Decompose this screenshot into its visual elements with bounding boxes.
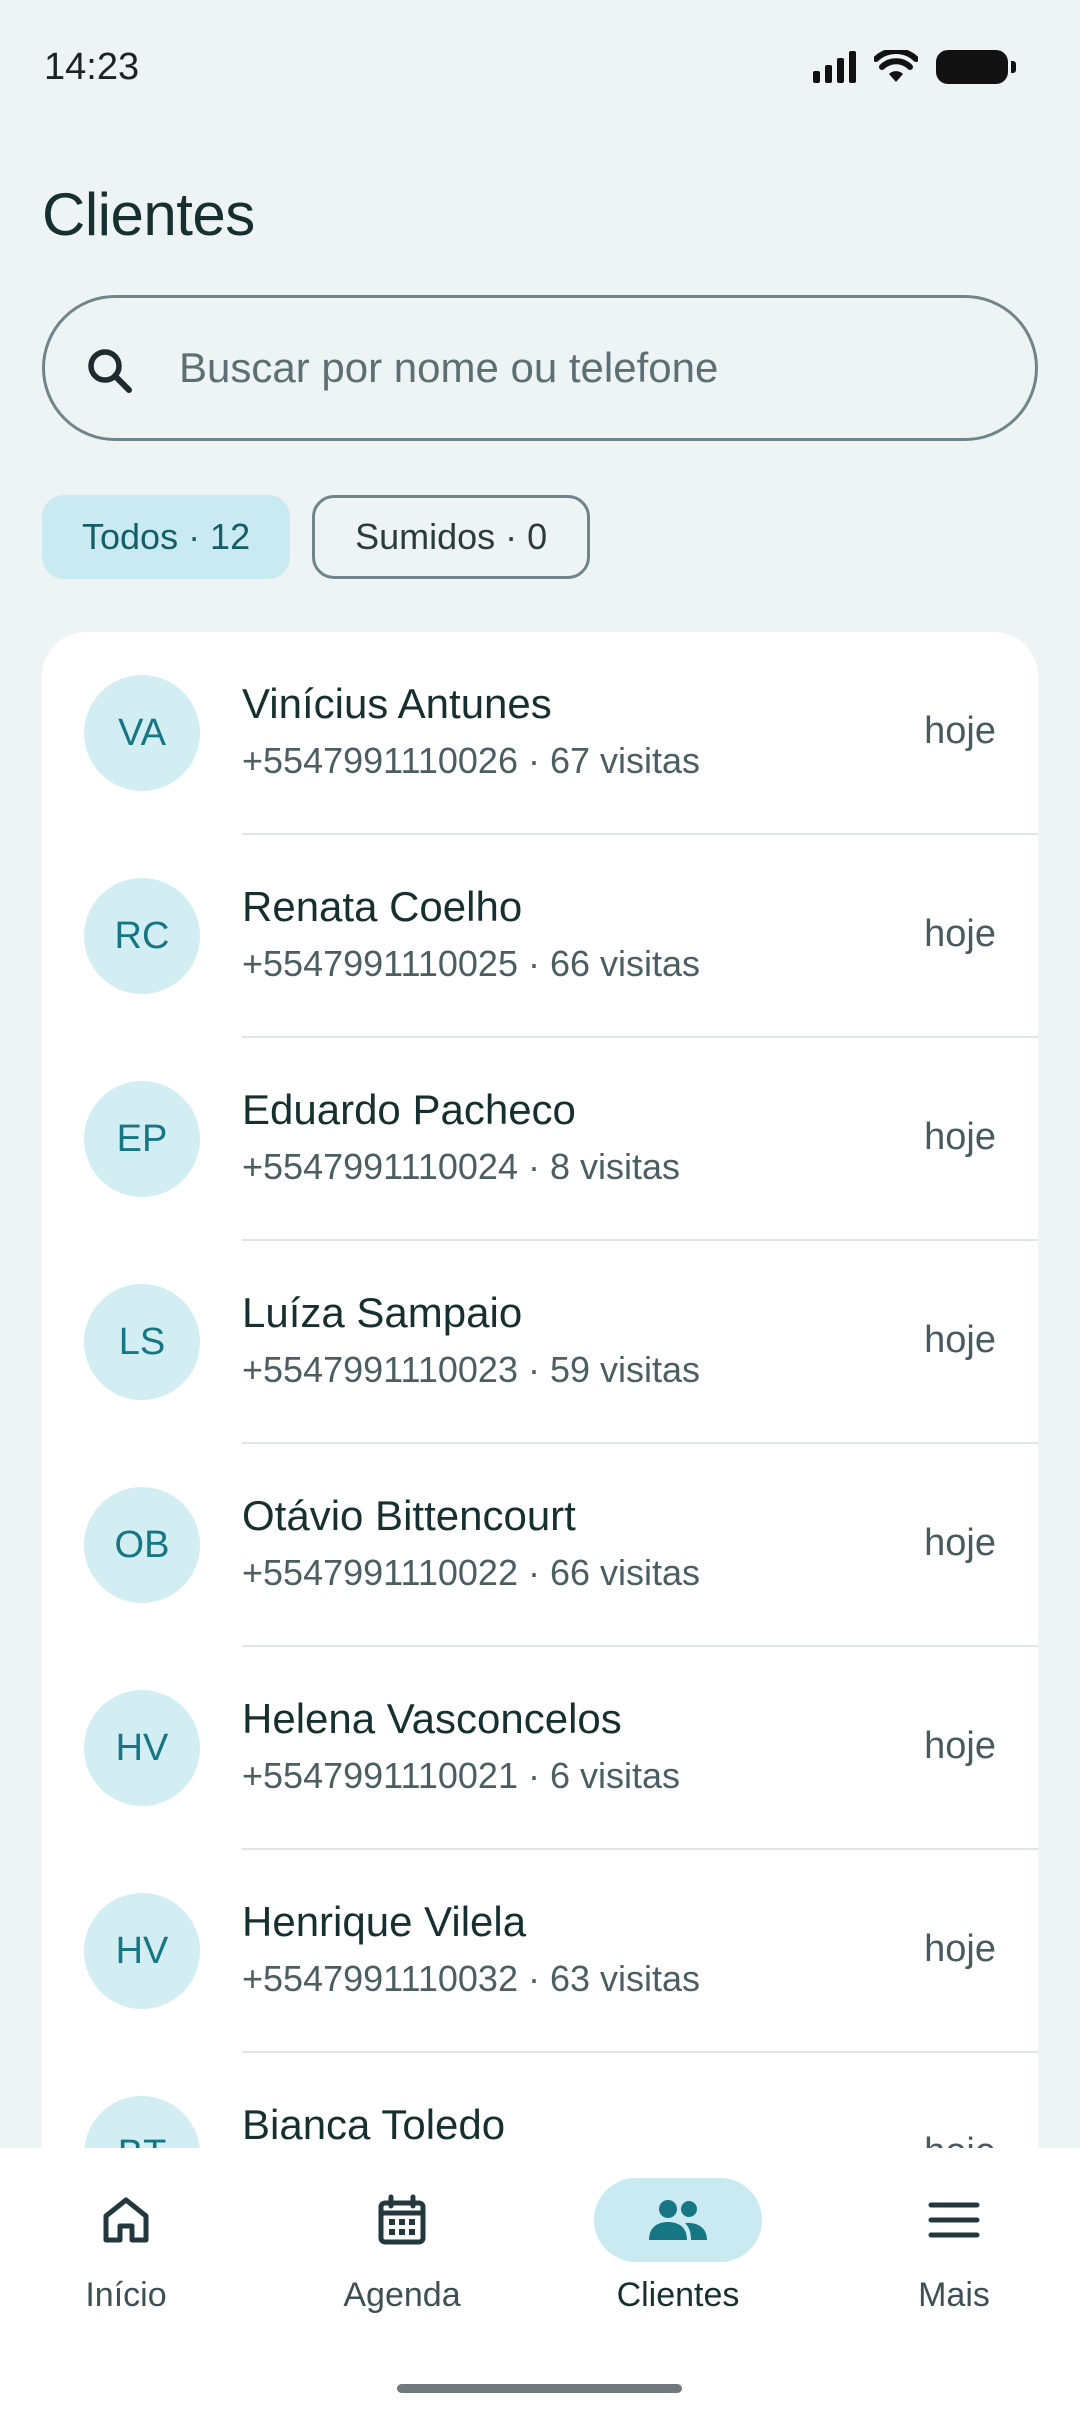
- client-row[interactable]: LS Luíza Sampaio +5547991110023 · 59 vis…: [42, 1241, 1038, 1444]
- last-visit: hoje: [924, 1522, 996, 1564]
- nav-label: Início: [85, 2276, 167, 2314]
- avatar: HV: [84, 1690, 200, 1806]
- nav-label: Clientes: [616, 2276, 740, 2314]
- search-input[interactable]: [179, 336, 999, 400]
- calendar-icon: [378, 2194, 426, 2245]
- filter-chip-sumidos[interactable]: Sumidos · 0: [312, 495, 591, 579]
- bottom-navigation: Início Agenda Clientes Mais: [0, 2148, 1080, 2424]
- client-phone-visits: +5547991110024 · 8 visitas: [242, 1146, 680, 1187]
- client-row[interactable]: HV Henrique Vilela +5547991110032 · 63 v…: [42, 1850, 1038, 2053]
- menu-icon: [928, 2202, 980, 2238]
- last-visit: hoje: [924, 1928, 996, 1970]
- nav-item-mais[interactable]: Mais: [854, 2178, 1054, 2348]
- client-name: Eduardo Pacheco: [242, 1086, 576, 1133]
- client-name: Bianca Toledo: [242, 2101, 506, 2148]
- nav-label: Agenda: [343, 2276, 461, 2314]
- last-visit: hoje: [924, 913, 996, 955]
- last-visit: hoje: [924, 1319, 996, 1361]
- battery-icon: [936, 50, 1016, 84]
- client-name: Henrique Vilela: [242, 1898, 527, 1945]
- nav-item-inicio[interactable]: Início: [26, 2178, 226, 2348]
- clients-screen: 14:23 Clientes Todos · 12 Sumidos · 0: [0, 0, 1080, 2424]
- client-row[interactable]: VA Vinícius Antunes +5547991110026 · 67 …: [42, 632, 1038, 835]
- cellular-signal-icon: [813, 51, 856, 83]
- filter-chip-todos[interactable]: Todos · 12: [42, 495, 291, 579]
- client-row[interactable]: HV Helena Vasconcelos +5547991110021 · 6…: [42, 1647, 1038, 1850]
- last-visit: hoje: [924, 710, 996, 752]
- nav-icon-container: [870, 2178, 1038, 2262]
- status-time: 14:23: [44, 46, 140, 88]
- client-phone-visits: +5547991110026 · 67 visitas: [242, 740, 701, 781]
- client-name: Helena Vasconcelos: [242, 1695, 622, 1742]
- people-icon: [649, 2200, 707, 2240]
- client-row[interactable]: EP Eduardo Pacheco +5547991110024 · 8 vi…: [42, 1038, 1038, 1241]
- wifi-icon: [874, 50, 918, 82]
- avatar: OB: [84, 1487, 200, 1603]
- client-name: Renata Coelho: [242, 883, 523, 930]
- client-name: Otávio Bittencourt: [242, 1492, 576, 1539]
- nav-icon-container: [594, 2178, 762, 2262]
- client-phone-visits: +5547991110032 · 63 visitas: [242, 1958, 701, 1999]
- client-phone-visits: +5547991110025 · 66 visitas: [242, 943, 701, 984]
- nav-item-clientes[interactable]: Clientes: [578, 2178, 778, 2348]
- avatar: RC: [84, 878, 200, 994]
- status-bar: 14:23: [0, 0, 1080, 140]
- filter-chips: Todos · 12 Sumidos · 0: [42, 495, 591, 579]
- client-phone-visits: +5547991110021 · 6 visitas: [242, 1755, 680, 1796]
- home-icon: [103, 2197, 149, 2243]
- avatar: VA: [84, 675, 200, 791]
- last-visit: hoje: [924, 1725, 996, 1767]
- search-bar[interactable]: [42, 295, 1038, 441]
- nav-item-agenda[interactable]: Agenda: [302, 2178, 502, 2348]
- search-icon: [88, 349, 132, 393]
- client-name: Luíza Sampaio: [242, 1289, 523, 1336]
- nav-label: Mais: [918, 2276, 990, 2314]
- nav-icon-container: [318, 2178, 486, 2262]
- client-row[interactable]: RC Renata Coelho +5547991110025 · 66 vis…: [42, 835, 1038, 1038]
- nav-icon-container: [42, 2178, 210, 2262]
- client-list: VA Vinícius Antunes +5547991110026 · 67 …: [42, 632, 1038, 2252]
- client-row[interactable]: OB Otávio Bittencourt +5547991110022 · 6…: [42, 1444, 1038, 1647]
- avatar: EP: [84, 1081, 200, 1197]
- client-phone-visits: +5547991110023 · 59 visitas: [242, 1349, 701, 1390]
- avatar: HV: [84, 1893, 200, 2009]
- page-title: Clientes: [42, 181, 255, 248]
- client-name: Vinícius Antunes: [242, 680, 552, 727]
- last-visit: hoje: [924, 1116, 996, 1158]
- status-icons: [813, 50, 1016, 84]
- home-indicator[interactable]: [397, 2384, 682, 2393]
- client-phone-visits: +5547991110022 · 66 visitas: [242, 1552, 701, 1593]
- avatar: LS: [84, 1284, 200, 1400]
